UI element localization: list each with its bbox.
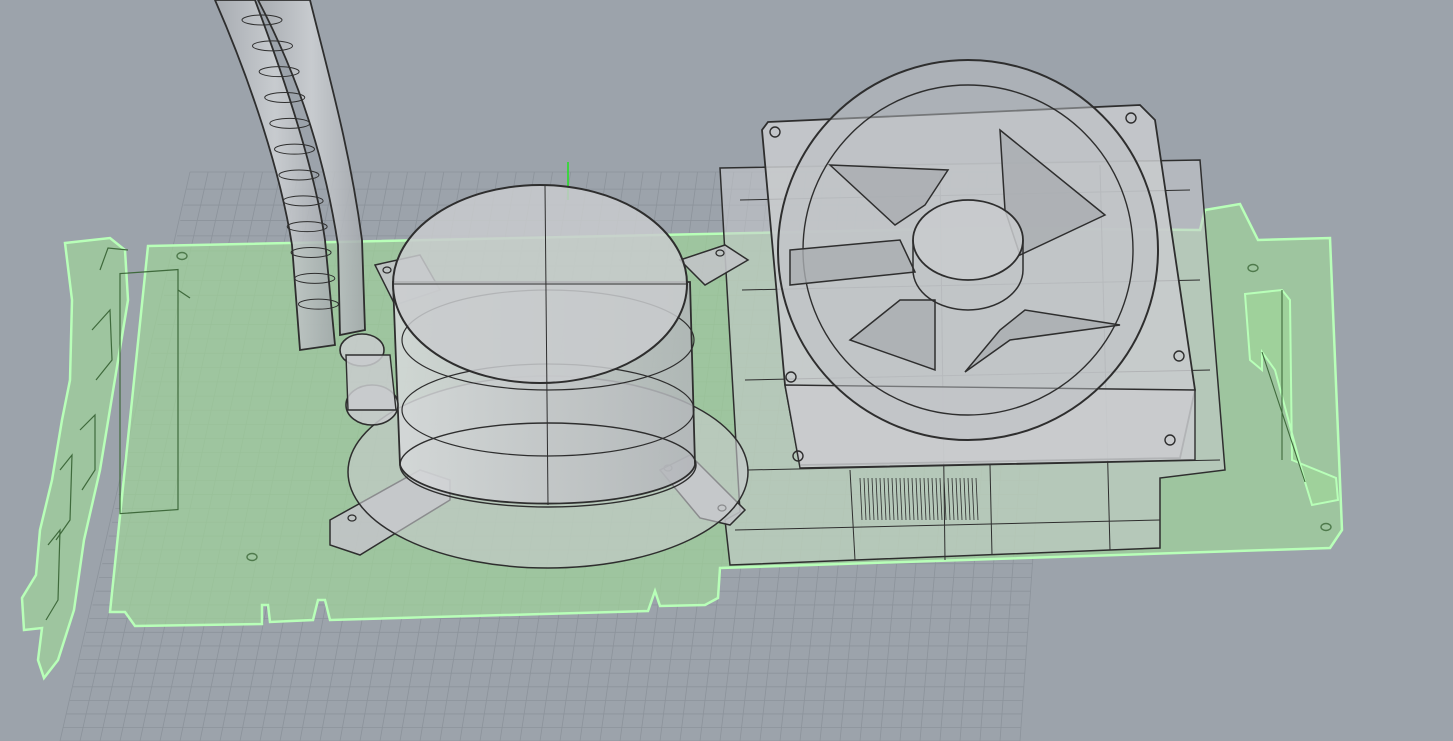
rhino-perspective-viewport[interactable] (0, 0, 1453, 741)
3d-scene[interactable] (0, 0, 1453, 741)
